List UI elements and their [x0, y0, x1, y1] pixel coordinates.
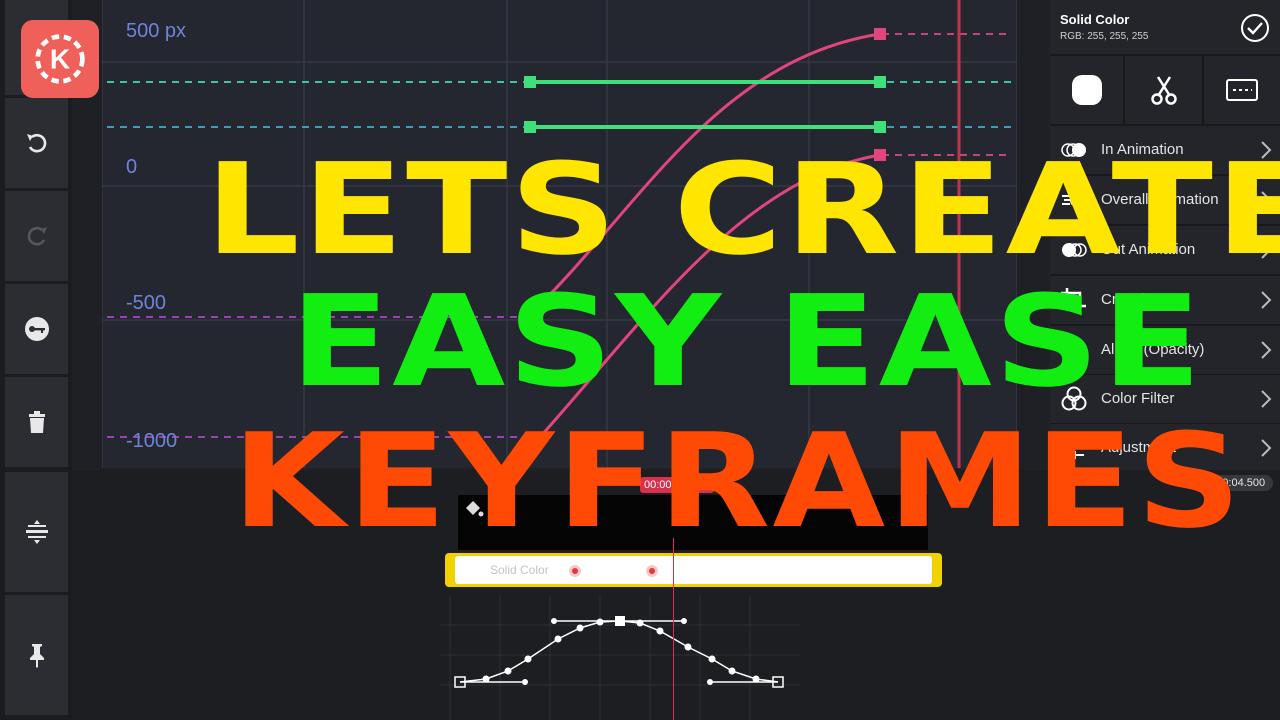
chevron-right-icon: [1261, 341, 1272, 359]
handle-point[interactable]: [524, 76, 536, 88]
overlay-title-line-1: LETS CREATE: [205, 136, 1280, 283]
logo-letter: K: [50, 43, 70, 74]
redo-icon: [27, 226, 47, 246]
chevron-right-icon: [1261, 291, 1272, 309]
redo-button[interactable]: [5, 191, 68, 281]
timeline-playhead[interactable]: [673, 538, 674, 720]
axis-label-0: 0: [126, 156, 138, 178]
kinemaster-logo[interactable]: K: [21, 20, 99, 98]
clip-body[interactable]: Solid Color: [455, 556, 932, 584]
axis-label-minus-500: -500: [126, 292, 167, 314]
handle-point[interactable]: [524, 121, 536, 133]
clip-keyframe[interactable]: [646, 565, 658, 577]
layer-title: Solid Color: [1060, 12, 1130, 27]
axis-label-500: 500 px: [126, 20, 187, 42]
keyframe-key-icon: [24, 317, 49, 341]
delete-button[interactable]: [5, 377, 68, 467]
solid-color-track[interactable]: Solid Color: [445, 553, 942, 587]
pin-button[interactable]: [5, 595, 68, 715]
confirm-check-icon[interactable]: [1240, 13, 1270, 43]
chevron-right-icon: [1261, 439, 1272, 457]
dashed-rect-icon: [1226, 79, 1258, 101]
undo-button[interactable]: [5, 98, 68, 188]
trim-button[interactable]: [1204, 56, 1280, 124]
split-track-button[interactable]: [5, 472, 68, 592]
delete-icon: [28, 411, 45, 433]
undo-icon: [26, 133, 46, 153]
handle-point[interactable]: [874, 76, 886, 88]
pin-icon: [29, 644, 44, 668]
ease-preview-diagram: [440, 595, 800, 720]
layer-rgb: RGB: 255, 255, 255: [1060, 31, 1149, 42]
axis-label-minus-1000: -1000: [126, 430, 178, 452]
keyframe-button[interactable]: [5, 284, 68, 374]
left-toolbar: [0, 0, 72, 720]
logo-icon: K: [35, 34, 85, 84]
clip-keyframe[interactable]: [569, 565, 581, 577]
overlay-title-line-3: KEYFRAMES: [232, 405, 1244, 557]
scissors-icon: [1150, 76, 1177, 105]
shape-tool-button[interactable]: [1050, 56, 1123, 124]
shape-icon: [1071, 75, 1102, 105]
handle-point[interactable]: [874, 121, 886, 133]
split-button[interactable]: [1125, 56, 1202, 124]
split-track-icon: [25, 520, 48, 544]
keyframe-point[interactable]: [874, 28, 886, 40]
chevron-right-icon: [1261, 390, 1272, 408]
clip-label: Solid Color: [490, 563, 549, 577]
overlay-title-line-2: EASY EASE: [290, 268, 1204, 415]
panel-header: Solid Color RGB: 255, 255, 255: [1050, 0, 1280, 54]
